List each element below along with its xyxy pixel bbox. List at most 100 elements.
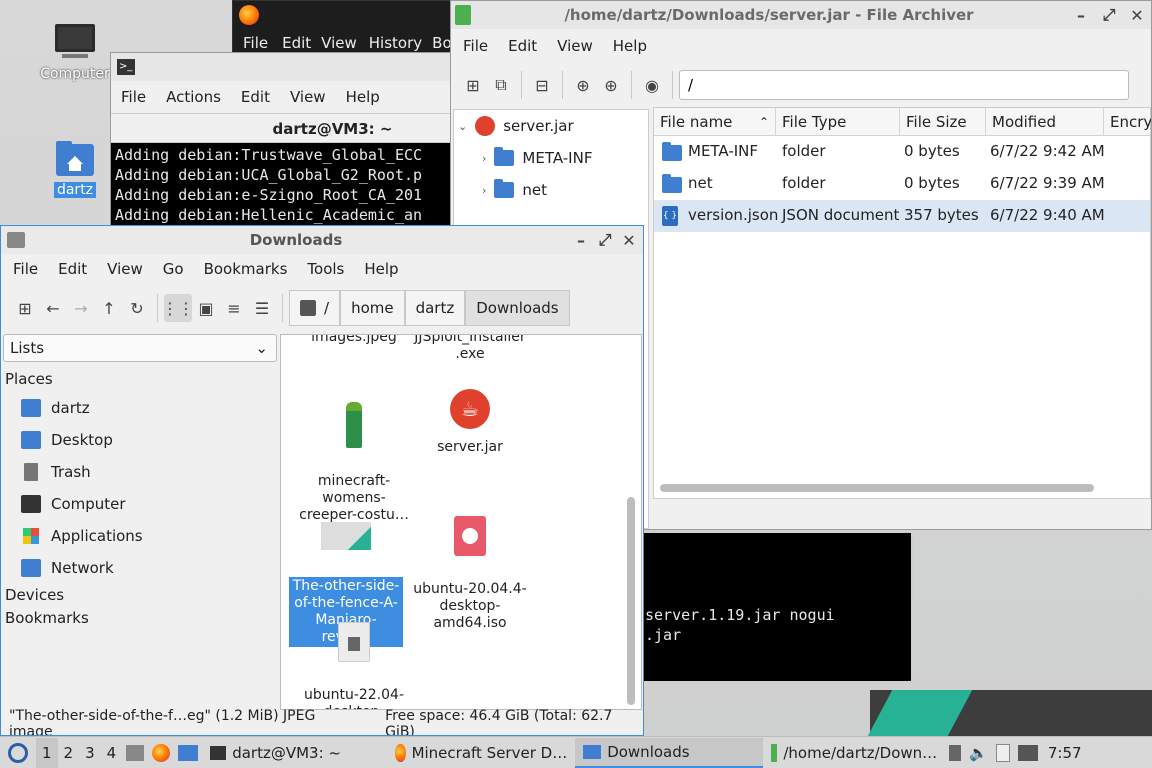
detailed-view-icon[interactable]: ☰ — [248, 294, 276, 322]
path-input[interactable] — [679, 70, 1129, 100]
compact-view-icon[interactable]: ≡ — [220, 294, 248, 322]
chevron-down-icon[interactable]: ⌄ — [458, 120, 467, 133]
desktop-icon-computer[interactable]: Computer — [30, 22, 120, 82]
horizontal-scrollbar[interactable] — [660, 484, 1094, 492]
breadcrumb-home[interactable]: home — [340, 290, 405, 326]
menu-view[interactable]: View — [280, 88, 336, 106]
place-computer[interactable]: Computer — [3, 488, 277, 520]
menu-file[interactable]: File — [453, 37, 498, 55]
reload-icon[interactable]: ↻ — [123, 294, 151, 322]
devices-header[interactable]: Devices — [3, 584, 277, 607]
menu-file[interactable]: File — [111, 88, 156, 106]
file-item[interactable]: minecraft- womens- creeper-costu… — [295, 385, 413, 524]
chevron-right-icon[interactable]: › — [482, 184, 486, 197]
menu-history[interactable]: History — [363, 34, 428, 52]
tree-root[interactable]: ⌄ server.jar — [454, 110, 648, 142]
column-header-type[interactable]: File Type — [776, 108, 900, 136]
menu-bookmarks[interactable]: Bookmarks — [194, 260, 298, 278]
file-item[interactable]: ubuntu-20.04.4- desktop- amd64.iso — [411, 499, 529, 632]
filemanager-window[interactable]: Downloads – ⤢ ✕ File Edit View Go Bookma… — [0, 225, 644, 736]
add-file-icon[interactable]: ⊕ — [569, 71, 597, 99]
place-dartz[interactable]: dartz — [3, 392, 277, 424]
workspace-3[interactable]: 3 — [79, 738, 101, 768]
forward-icon[interactable]: → — [67, 294, 95, 322]
keyboard-layout-tray[interactable] — [945, 738, 965, 768]
file-grid[interactable]: images.jpeg JJSploit_Installer .exe mine… — [280, 334, 642, 710]
menu-file[interactable]: File — [3, 260, 48, 278]
column-header-modified[interactable]: Modified — [986, 108, 1104, 136]
menu-edit[interactable]: Edit — [231, 88, 280, 106]
tree-item-net[interactable]: › net — [454, 174, 648, 206]
add-folder-icon[interactable]: ⊕ — [597, 71, 625, 99]
place-applications[interactable]: Applications — [3, 520, 277, 552]
stop-icon[interactable]: ◉ — [638, 71, 666, 99]
table-row[interactable]: { } version.json JSON document 357 bytes… — [654, 200, 1150, 232]
column-header-encrypted[interactable]: Encryp — [1104, 108, 1151, 136]
menu-tools[interactable]: Tools — [297, 260, 354, 278]
file-item[interactable]: ☕ server.jar — [411, 389, 529, 456]
menu-help[interactable]: Help — [354, 260, 408, 278]
workspace-2[interactable]: 2 — [58, 738, 80, 768]
place-trash[interactable]: Trash — [3, 456, 277, 488]
table-row[interactable]: net folder 0 bytes 6/7/22 9:39 AM — [654, 168, 1150, 200]
menu-go[interactable]: Go — [153, 260, 194, 278]
show-desktop-launcher[interactable] — [174, 738, 202, 768]
menu-view[interactable]: View — [547, 37, 603, 55]
terminal-tab-title[interactable]: dartz@VM3: ~ — [111, 113, 454, 143]
chevron-right-icon[interactable]: › — [482, 152, 486, 165]
desktop-icon-home[interactable]: dartz — [30, 140, 120, 198]
place-network[interactable]: Network — [3, 552, 277, 584]
workspace-1[interactable]: 1 — [36, 737, 58, 768]
back-icon[interactable]: ← — [39, 294, 67, 322]
file-item[interactable]: JJSploit_Installer .exe — [411, 335, 529, 363]
menu-edit[interactable]: Edit — [278, 34, 315, 52]
column-header-name[interactable]: File name ⌃ — [654, 108, 776, 136]
file-item[interactable]: ubuntu-22.04- desktop- amd64.iso~ — [295, 605, 413, 709]
menu-edit[interactable]: Edit — [498, 37, 547, 55]
maximize-icon[interactable]: ⤢ — [1095, 1, 1123, 29]
up-icon[interactable]: ↑ — [95, 294, 123, 322]
menu-file[interactable]: File — [233, 34, 278, 52]
new-archive-icon[interactable]: ⊞ — [459, 71, 487, 99]
icon-view-icon[interactable]: ⋮⋮ — [162, 294, 194, 322]
minimize-icon[interactable]: – — [567, 226, 595, 254]
start-menu-button[interactable] — [0, 738, 36, 768]
new-tab-icon[interactable]: ⊞ — [11, 294, 39, 322]
menu-view[interactable]: View — [97, 260, 153, 278]
network-tray[interactable] — [1014, 738, 1042, 768]
breadcrumb-dartz[interactable]: dartz — [404, 290, 466, 326]
thumbnail-view-icon[interactable]: ▣ — [192, 294, 220, 322]
menu-edit[interactable]: Edit — [48, 260, 97, 278]
menu-help[interactable]: Help — [603, 37, 657, 55]
vertical-scrollbar[interactable] — [627, 497, 635, 705]
tree-item-meta-inf[interactable]: › META-INF — [454, 142, 648, 174]
breadcrumb-root[interactable]: / — [289, 290, 341, 326]
open-archive-icon[interactable]: ⧉ — [487, 71, 515, 99]
menu-view[interactable]: View — [315, 34, 363, 52]
table-row[interactable]: META-INF folder 0 bytes 6/7/22 9:42 AM — [654, 136, 1150, 168]
breadcrumb-downloads[interactable]: Downloads — [465, 290, 570, 326]
menu-actions[interactable]: Actions — [156, 88, 231, 106]
extract-icon[interactable]: ⊟ — [528, 71, 556, 99]
archive-file-list[interactable]: File name ⌃ File Type File Size Modified … — [653, 107, 1151, 499]
task-terminal[interactable]: dartz@VM3: ~ — [202, 738, 387, 768]
side-pane-select[interactable]: Lists ⌄ — [3, 334, 277, 362]
maximize-icon[interactable]: ⤢ — [595, 226, 615, 254]
menu-help[interactable]: Help — [336, 88, 390, 106]
close-icon[interactable]: ✕ — [1123, 1, 1151, 29]
firefox-launcher[interactable] — [148, 738, 174, 768]
close-icon[interactable]: ✕ — [615, 226, 643, 254]
file-item[interactable]: images.jpeg — [295, 335, 413, 346]
terminal-output[interactable]: Adding debian:Trustwave_Global_ECC Addin… — [111, 143, 454, 231]
workspace-4[interactable]: 4 — [101, 738, 123, 768]
place-desktop[interactable]: Desktop — [3, 424, 277, 456]
task-archiver[interactable]: /home/dartz/Down… — [763, 738, 945, 768]
column-header-size[interactable]: File Size — [900, 108, 986, 136]
bookmarks-header[interactable]: Bookmarks — [3, 607, 277, 630]
terminal-window[interactable]: >_ File Actions Edit View Help dartz@VM3… — [110, 52, 455, 232]
file-manager-launcher[interactable] — [122, 738, 148, 768]
clock[interactable]: 7:57 — [1042, 738, 1088, 768]
volume-tray[interactable]: 🔈 — [965, 738, 992, 768]
task-downloads[interactable]: Downloads — [575, 737, 764, 768]
minimize-icon[interactable]: – — [1067, 1, 1095, 29]
